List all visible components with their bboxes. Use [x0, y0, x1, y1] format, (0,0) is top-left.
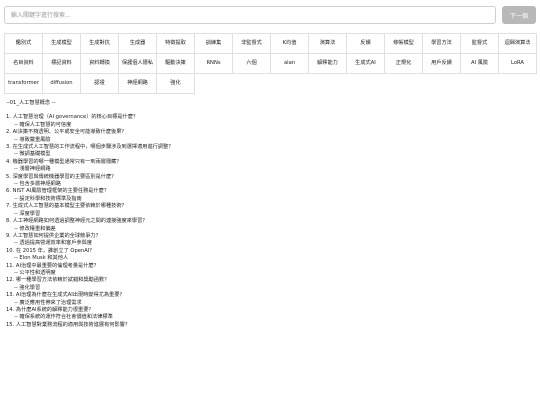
section-title: --01_人工智慧概念 --: [6, 100, 56, 106]
tag-cell[interactable]: AI 風險: [461, 54, 499, 74]
question-text: 2. AI決策不夠透明、公平或安全可能導致什麼後果？: [6, 129, 127, 136]
next-button[interactable]: 下一個: [502, 6, 536, 24]
tag-cell[interactable]: 生成模型: [43, 34, 81, 54]
qa-item: 5. 深度學習與傳統機器學習的主要區別是什麼？ -- 包含多層神經網路: [6, 174, 534, 189]
answer-text: -- 透過提高營運效率和客戶參與度: [14, 240, 93, 247]
tag-cell[interactable]: 非監督式: [233, 34, 271, 54]
tag-cell[interactable]: 神經網路: [119, 74, 157, 94]
question-text: 6. NIST AI風險管理框架的主要任務是什麼？: [6, 188, 110, 195]
qa-item: 12. 哪一種學習方法依賴於試錯和獎勵函數？ -- 強化學習: [6, 277, 534, 292]
tag-cell[interactable]: 保護個人隱私: [119, 54, 157, 74]
tag-cell[interactable]: 資料轉換: [81, 54, 119, 74]
qa-item: 11. AI治理中最重要的倫理考量是什麼？ -- 公平性和透明度: [6, 263, 534, 278]
tag-cell[interactable]: 訓練集: [195, 34, 233, 54]
tag-cell[interactable]: 迴歸演算法: [499, 34, 537, 54]
qa-item: 7. 生成式人工智慧的基本模型主要依賴於哪種技術？ -- 深度學習: [6, 203, 534, 218]
answer-text: -- 深度學習: [14, 210, 41, 217]
tag-cell[interactable]: 名目資料: [5, 54, 43, 74]
qa-item: 9. 人工智慧如何提供企業的全球競爭力？ -- 透過提高營運效率和客戶參與度: [6, 233, 534, 248]
question-text: 15. 人工智慧對業務流程的適用與技術進展有何影響？: [6, 321, 131, 328]
answer-text: -- 廣泛應用性帶來了治理需求: [14, 299, 82, 306]
question-text: 5. 深度學習與傳統機器學習的主要區別是什麼？: [6, 173, 117, 180]
tag-cell[interactable]: 反饋: [347, 34, 385, 54]
tag-cell[interactable]: diffusion: [43, 74, 81, 94]
qa-item: 14. 為什麼AI系統的解釋能力很重要？ -- 確保系統的運作符合社會價值和法律標…: [6, 307, 534, 322]
answer-text: -- 微調基礎模型: [14, 151, 51, 158]
tag-grid: 鑑別式 生成模型 生成對抗 生成器 特徵提取 訓練集 非監督式 K均值 演算法 反饋 條帳模型 學習方…: [4, 33, 537, 94]
qa-item: 13. AI治理為什麼在生成式AI出現時變得尤為重要？ -- 廣泛應用性帶來了治理…: [6, 292, 534, 307]
question-text: 13. AI治理為什麼在生成式AI出現時變得尤為重要？: [6, 292, 125, 299]
tag-cell[interactable]: 演算法: [309, 34, 347, 54]
qa-list: 1. 人工智慧治理（AI governance）的核心目標是什麼？ -- 確保人工…: [6, 114, 534, 329]
answer-text: -- 導致嚴重風險: [14, 136, 51, 143]
tag-cell[interactable]: 鑑別式: [5, 34, 43, 54]
qa-item: 3. 在生成式人工智慧的工作流程中，哪個步驟涉及到選擇適用進行調整？ -- 微調基…: [6, 144, 534, 159]
tag-cell[interactable]: 標記資料: [43, 54, 81, 74]
tag-cell[interactable]: transformer: [5, 74, 43, 94]
tag-cell[interactable]: 學習方法: [423, 34, 461, 54]
tag-cell[interactable]: RNNs: [195, 54, 233, 74]
answer-text: -- 淺層神經網路: [14, 166, 51, 173]
answer-text: -- 修改權重和偏差: [14, 225, 56, 232]
question-text: 4. 機器學習的哪一種模型通常只有一到兩層隱藏？: [6, 158, 122, 165]
content-area: --01_人工智慧概念 -- 1. 人工智慧治理（AI governance）的…: [6, 100, 534, 329]
qa-item: 15. 人工智慧對業務流程的適用與技術進展有何影響？: [6, 322, 534, 329]
tag-cell[interactable]: 用戶反饋: [423, 54, 461, 74]
tag-cell[interactable]: 六個: [233, 54, 271, 74]
tag-cell[interactable]: LoRA: [499, 54, 537, 74]
tag-cell[interactable]: 條帳模型: [385, 34, 423, 54]
qa-item: 4. 機器學習的哪一種模型通常只有一到兩層隱藏？ -- 淺層神經網路: [6, 159, 534, 174]
qa-item: 2. AI決策不夠透明、公平或安全可能導致什麼後果？ -- 導致嚴重風險: [6, 129, 534, 144]
tag-cell[interactable]: 強化: [157, 74, 195, 94]
tag-cell[interactable]: 監督式: [461, 34, 499, 54]
tag-cell[interactable]: 生成器: [119, 34, 157, 54]
question-text: 7. 生成式人工智慧的基本模型主要依賴於哪種技術？: [6, 203, 127, 210]
tag-cell[interactable]: 生成對抗: [81, 34, 119, 54]
tag-cell[interactable]: 正規化: [385, 54, 423, 74]
question-text: 12. 哪一種學習方法依賴於試錯和獎勵函數？: [6, 277, 110, 284]
answer-text: -- 確保系統的運作符合社會價值和法律標準: [14, 314, 113, 321]
answer-text: -- Elon Musk 和其他人: [14, 255, 69, 262]
qa-item: 8. 人工神經網路如何透過調整神經元之間的連接強度來學習？ -- 修改權重和偏差: [6, 218, 534, 233]
search-bar: 下一個: [4, 6, 536, 26]
question-text: 8. 人工神經網路如何透過調整神經元之間的連接強度來學習？: [6, 218, 148, 225]
tag-cell[interactable]: 特徵提取: [157, 34, 195, 54]
tag-cell[interactable]: 驅動決策: [157, 54, 195, 74]
question-text: 3. 在生成式人工智慧的工作流程中，哪個步驟涉及到選擇適用進行調整？: [6, 144, 174, 151]
qa-item: 1. 人工智慧治理（AI governance）的核心目標是什麼？ -- 確保人工…: [6, 114, 534, 129]
question-text: 11. AI治理中最重要的倫理考量是什麼？: [6, 262, 99, 269]
tag-cell[interactable]: 生成式AI: [347, 54, 385, 74]
tag-cell[interactable]: 認證: [81, 74, 119, 94]
qa-item: 10. 在 2015 年，誰創立了 OpenAI？ -- Elon Musk 和其…: [6, 248, 534, 263]
question-text: 10. 在 2015 年，誰創立了 OpenAI？: [6, 247, 95, 254]
tag-cell[interactable]: K均值: [271, 34, 309, 54]
qa-item: 6. NIST AI風險管理框架的主要任務是什麼？ -- 設定科學和技術標準及指南: [6, 188, 534, 203]
tag-cell[interactable]: alan: [271, 54, 309, 74]
search-input[interactable]: [4, 6, 496, 24]
question-text: 1. 人工智慧治理（AI governance）的核心目標是什麼？: [6, 114, 139, 121]
tag-cell[interactable]: 解釋能力: [309, 54, 347, 74]
